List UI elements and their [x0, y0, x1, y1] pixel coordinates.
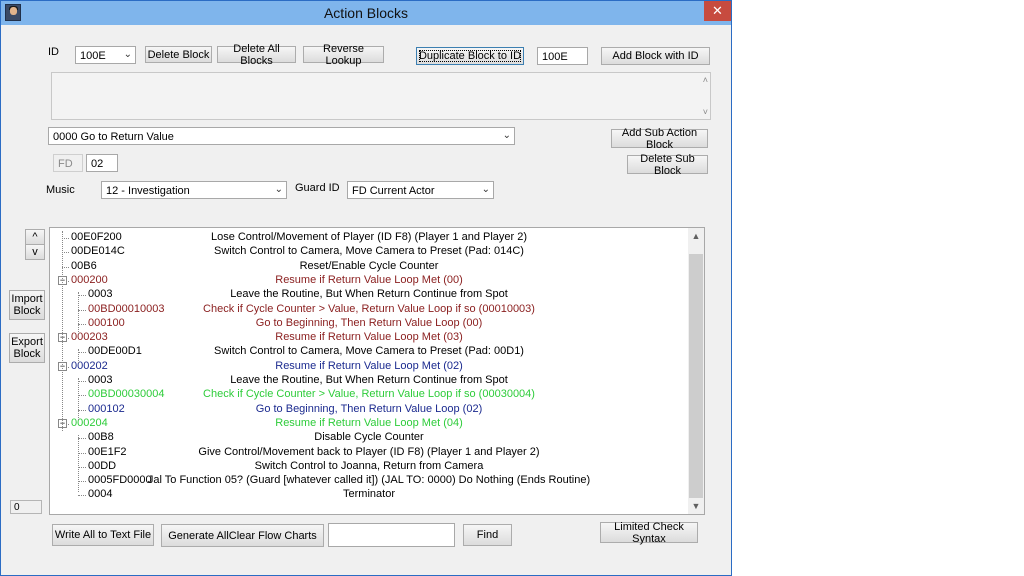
limited-check-syntax-button[interactable]: Limited Check Syntax — [600, 521, 698, 545]
guard-id-select[interactable]: FD Current Actor ⌄ — [347, 181, 494, 199]
import-label-line2: Block — [13, 305, 41, 317]
export-block-button[interactable]: Export Block — [9, 333, 45, 363]
fd-value: 02 — [91, 158, 104, 170]
guard-id-select-value: FD Current Actor — [352, 185, 435, 197]
row-description: Disable Cycle Counter — [314, 431, 424, 444]
music-select-value: 12 - Investigation — [106, 185, 190, 197]
tree-row[interactable]: 00B6 Reset/Enable Cycle Counter — [50, 260, 688, 274]
window-title: Action Blocks — [323, 5, 409, 21]
id-select[interactable]: 100E ⌄ — [75, 46, 136, 64]
import-block-button[interactable]: Import Block — [9, 290, 45, 320]
row-description: Check if Cycle Counter > Value, Return V… — [203, 302, 535, 315]
row-description: Give Control/Movement back to Player (ID… — [198, 445, 540, 458]
row-description: Resume if Return Value Loop Met (04) — [275, 416, 463, 429]
tree-guide-line — [78, 378, 79, 420]
tree-row[interactable]: 0003 Leave the Routine, But When Return C… — [50, 288, 688, 302]
chevron-down-icon: ⌄ — [274, 184, 283, 195]
counter-value: 0 — [14, 502, 20, 513]
tree-row[interactable]: −000200 Resume if Return Value Loop Met (… — [50, 274, 688, 288]
row-description: Go to Beginning, Then Return Value Loop … — [255, 402, 483, 415]
row-description: Go to Beginning, Then Return Value Loop … — [255, 316, 483, 329]
counter-display: 0 — [10, 500, 42, 514]
add-block-with-id-button[interactable]: Add Block with ID — [601, 47, 710, 65]
import-label-line1: Import — [11, 293, 43, 305]
tree-row[interactable]: 00E0F200 Lose Control/Movement of Player … — [50, 231, 688, 245]
row-description: Leave the Routine, But When Return Conti… — [230, 288, 508, 301]
tree-row[interactable]: 000102 Go to Beginning, Then Return Value… — [50, 403, 688, 417]
tree-row[interactable]: −000202 Resume if Return Value Loop Met (… — [50, 360, 688, 374]
write-all-to-text-file-button[interactable]: Write All to Text File — [52, 524, 154, 546]
id-select-value: 100E — [80, 50, 106, 62]
find-button[interactable]: Find — [463, 524, 512, 546]
fd-value-input[interactable]: 02 — [86, 154, 118, 172]
fd-label: FD — [58, 158, 73, 170]
delete-sub-block-button[interactable]: Delete Sub Block — [627, 153, 708, 177]
tree-row[interactable]: 0005FD0000 Jal To Function 05? (Guard [wh… — [50, 474, 688, 488]
close-button[interactable]: ✕ — [704, 1, 731, 21]
move-down-button[interactable]: v — [25, 244, 45, 260]
chevron-down-icon: ⌄ — [502, 130, 511, 141]
duplicate-block-button[interactable]: Duplicate Block to ID — [416, 47, 524, 65]
row-description: Reset/Enable Cycle Counter — [299, 259, 439, 272]
scroll-down-arrow-icon[interactable]: ˅ — [703, 107, 708, 117]
tree-row[interactable]: 00E1F2 Give Control/Movement back to Play… — [50, 446, 688, 460]
row-description: Leave the Routine, But When Return Conti… — [230, 374, 508, 386]
add-sub-action-block-button[interactable]: Add Sub Action Block — [611, 127, 708, 151]
tree-row[interactable]: 00DE014C Switch Control to Camera, Move C… — [50, 245, 688, 259]
scroll-thumb[interactable] — [689, 254, 703, 498]
tree-row[interactable]: 00BD00030004 Check if Cycle Counter > Val… — [50, 388, 688, 402]
scroll-down-arrow-icon[interactable]: ▼ — [688, 498, 704, 514]
scroll-up-arrow-icon[interactable]: ˄ — [703, 75, 708, 85]
tree-guide-line — [78, 349, 79, 363]
title-bar[interactable]: Action Blocks ✕ — [1, 1, 731, 25]
guard-id-label: Guard ID — [295, 182, 340, 194]
action-blocks-window: Action Blocks ✕ ID 100E ⌄ Delete Block D… — [0, 0, 732, 576]
export-label-line1: Export — [11, 336, 43, 348]
row-description: Terminator — [343, 488, 395, 501]
tree-row[interactable]: 00BD00010003 Check if Cycle Counter > Val… — [50, 303, 688, 317]
tree-row[interactable]: 00DE00D1 Switch Control to Camera, Move C… — [50, 345, 688, 359]
search-input[interactable] — [328, 523, 455, 547]
row-description: Resume if Return Value Loop Met (03) — [275, 331, 463, 344]
row-description: Switch Control to Camera, Move Camera to… — [214, 345, 524, 358]
tree-guide-line — [78, 292, 79, 334]
export-label-line2: Block — [13, 348, 41, 360]
scroll-up-arrow-icon[interactable]: ▲ — [688, 228, 704, 244]
tree-row[interactable]: 0003 Leave the Routine, But When Return C… — [50, 374, 688, 388]
move-up-button[interactable]: ^ — [25, 229, 45, 245]
row-description: Jal To Function 05? (Guard [whatever cal… — [147, 474, 591, 487]
delete-block-button[interactable]: Delete Block — [145, 46, 212, 63]
row-description: Resume if Return Value Loop Met (00) — [275, 273, 463, 286]
tree-row[interactable]: 00B8 Disable Cycle Counter — [50, 431, 688, 445]
row-description: Switch Control to Joanna, Return from Ca… — [254, 459, 484, 472]
duplicate-target-value: 100E — [542, 51, 568, 63]
reverse-lookup-button[interactable]: Reverse Lookup — [303, 43, 384, 67]
fd-field: FD — [53, 154, 83, 172]
row-description: Resume if Return Value Loop Met (02) — [275, 359, 463, 372]
tree-row[interactable]: 000100 Go to Beginning, Then Return Value… — [50, 317, 688, 331]
sub-action-select-value: 0000 Go to Return Value — [53, 131, 174, 143]
chevron-down-icon: ⌄ — [123, 49, 132, 60]
tree-row[interactable]: 00DD Switch Control to Joanna, Return fro… — [50, 460, 688, 474]
row-description: Switch Control to Camera, Move Camera to… — [214, 245, 524, 258]
tree-scrollbar[interactable]: ▲ ▼ — [688, 228, 704, 514]
block-text-area[interactable]: ˄ ˅ — [51, 72, 711, 120]
delete-all-blocks-button[interactable]: Delete All Blocks — [217, 43, 296, 67]
music-select[interactable]: 12 - Investigation ⌄ — [101, 181, 287, 199]
tree-row[interactable]: −000203 Resume if Return Value Loop Met (… — [50, 331, 688, 345]
id-label: ID — [48, 46, 59, 58]
action-tree-view[interactable]: ▲ ▼ 00E0F200 Lose Control/Movement of Pla… — [49, 227, 705, 515]
tree-row[interactable]: −000204 Resume if Return Value Loop Met (… — [50, 417, 688, 431]
tree-row[interactable]: 0004 Terminator — [50, 488, 688, 502]
chevron-down-icon: ⌄ — [481, 184, 490, 195]
row-description: Check if Cycle Counter > Value, Return V… — [203, 388, 535, 401]
sub-action-select[interactable]: 0000 Go to Return Value ⌄ — [48, 127, 515, 145]
duplicate-target-input[interactable]: 100E — [537, 47, 588, 65]
tree-guide-line — [62, 231, 63, 431]
tree-guide-line — [78, 435, 79, 492]
generate-flow-charts-button[interactable]: Generate AllClear Flow Charts — [161, 524, 324, 547]
row-description: Lose Control/Movement of Player (ID F8) … — [210, 231, 528, 243]
music-label: Music — [46, 184, 75, 196]
